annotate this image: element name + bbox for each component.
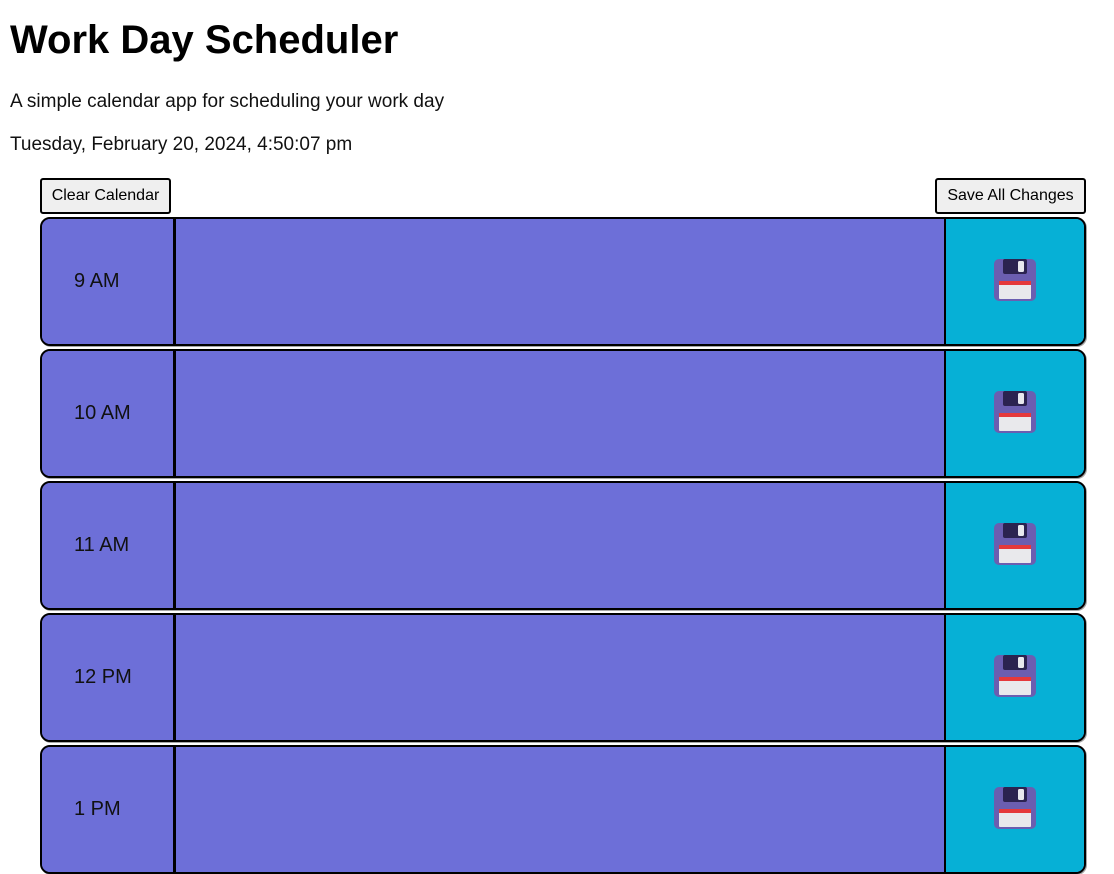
time-block-row: 1 PM [40,745,1086,874]
current-datetime: Tuesday, February 20, 2024, 4:50:07 pm [10,134,353,155]
save-button[interactable] [946,615,1084,740]
scheduler-page: Work Day Scheduler A simple calendar app… [0,0,1114,874]
event-description-input[interactable] [176,615,946,740]
save-button[interactable] [946,483,1084,608]
hour-label: 9 AM [42,219,176,344]
event-description-input[interactable] [176,747,946,872]
page-title: Work Day Scheduler [10,18,399,62]
floppy-disk-icon [993,786,1037,833]
time-block-row: 9 AM [40,217,1086,346]
time-block-row: 11 AM [40,481,1086,610]
hour-label: 11 AM [42,483,176,608]
save-button[interactable] [946,747,1084,872]
schedule-container: 9 AM 10 AM 11 AM 12 PM 1 PM [40,217,1086,874]
floppy-disk-icon [993,522,1037,569]
save-button[interactable] [946,351,1084,476]
hour-label: 12 PM [42,615,176,740]
save-all-changes-button[interactable]: Save All Changes [935,178,1086,214]
time-block-row: 12 PM [40,613,1086,742]
floppy-disk-icon [993,390,1037,437]
event-description-input[interactable] [176,483,946,608]
save-button[interactable] [946,219,1084,344]
clear-calendar-button[interactable]: Clear Calendar [40,178,171,214]
event-description-input[interactable] [176,351,946,476]
hour-label: 1 PM [42,747,176,872]
page-subtitle: A simple calendar app for scheduling you… [10,91,445,112]
floppy-disk-icon [993,654,1037,701]
event-description-input[interactable] [176,219,946,344]
floppy-disk-icon [993,258,1037,305]
time-block-row: 10 AM [40,349,1086,478]
hour-label: 10 AM [42,351,176,476]
